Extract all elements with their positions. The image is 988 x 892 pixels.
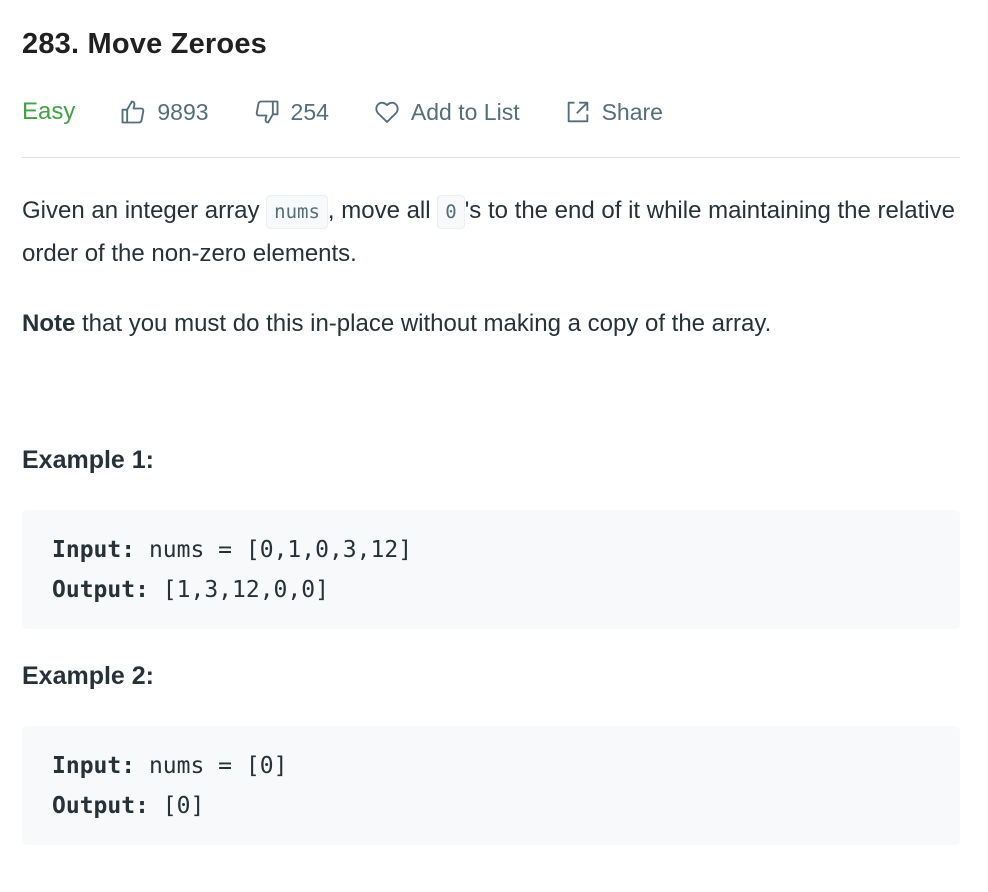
example-1-code-block: Input: nums = [0,1,0,3,12] Output: [1,3,… — [22, 510, 960, 629]
heart-icon — [375, 101, 399, 123]
description-paragraph: Given an integer array nums, move all 0 '… — [22, 195, 955, 267]
thumbs-down-icon — [255, 100, 278, 124]
dislike-button[interactable]: 254 — [253, 98, 329, 126]
share-label: Share — [601, 98, 663, 125]
example-1-title: Example 1: — [22, 446, 155, 474]
like-count: 9893 — [157, 98, 209, 125]
example-2-input-line: Input: nums = [0] — [52, 753, 288, 779]
difficulty-badge: Easy — [22, 98, 76, 125]
note-label: Note — [22, 310, 76, 337]
dislike-count: 254 — [290, 98, 329, 125]
example-2-output-line: Output: [0] — [52, 793, 205, 819]
example-1-output-line: Output: [1,3,12,0,0] — [52, 577, 329, 603]
add-to-list-button[interactable]: Add to List — [373, 98, 520, 126]
example-1-input-line: Input: nums = [0,1,0,3,12] — [52, 537, 413, 563]
problem-title: 283. Move Zeroes — [22, 28, 267, 60]
example-2-title: Example 2: — [22, 662, 155, 690]
note-paragraph: Note that you must do this in-place with… — [22, 310, 772, 337]
add-to-list-label: Add to List — [410, 98, 520, 125]
share-button[interactable]: Share — [564, 98, 663, 126]
thumbs-up-icon — [121, 100, 145, 124]
example-2-code-block: Input: nums = [0] Output: [0] — [22, 726, 960, 845]
header-divider — [22, 157, 960, 158]
problem-description: Given an integer array nums, move all 0 '… — [22, 190, 960, 345]
inline-code-zero: 0 — [437, 195, 465, 229]
problem-meta-bar: Easy 9893 254 Add to List Share — [22, 94, 663, 130]
share-icon — [567, 101, 588, 123]
like-button[interactable]: 9893 — [119, 98, 209, 126]
inline-code-nums: nums — [266, 195, 328, 229]
problem-page: 283. Move Zeroes Easy 9893 254 Add to Li… — [0, 0, 988, 892]
